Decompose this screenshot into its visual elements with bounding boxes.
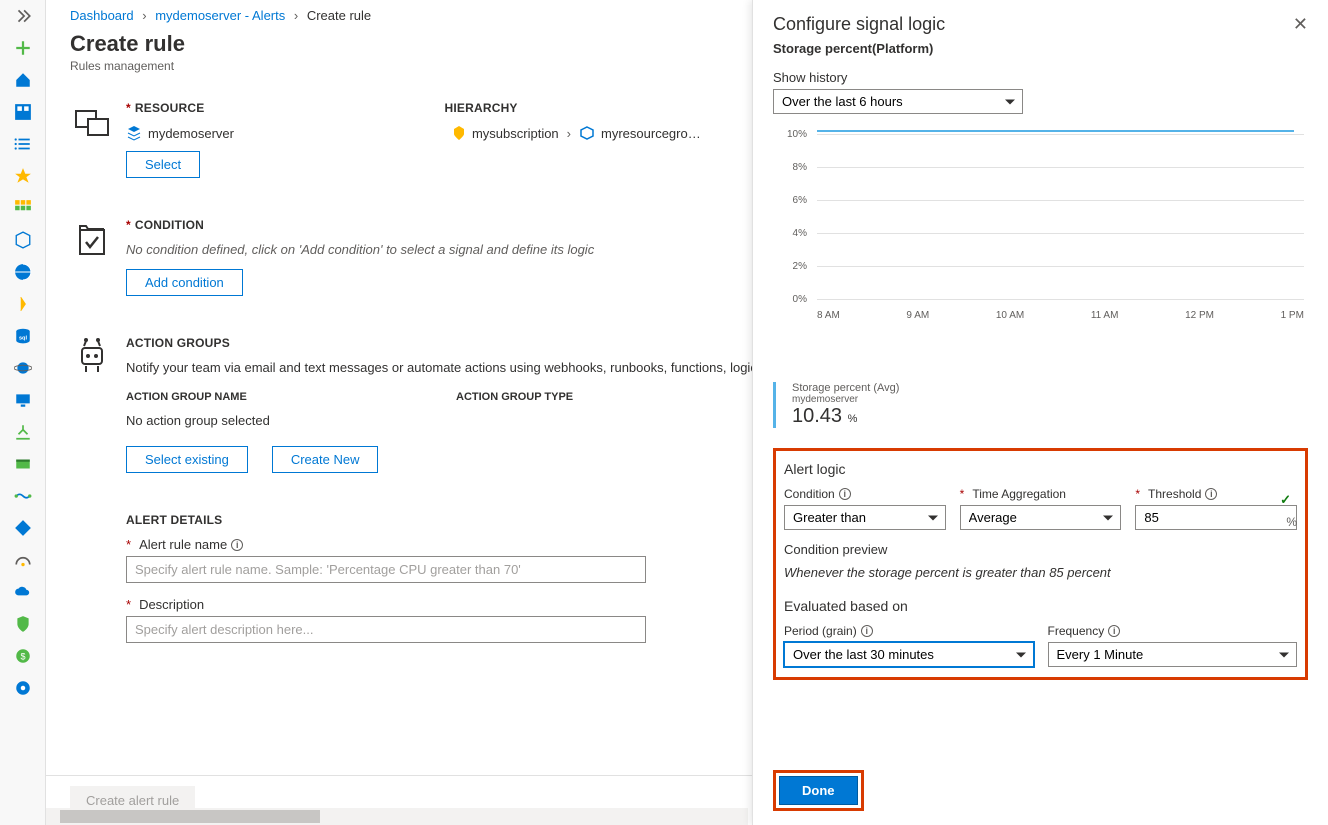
left-nav-rail: sql $: [0, 0, 46, 825]
star-icon[interactable]: [11, 164, 35, 188]
cube-icon[interactable]: [11, 228, 35, 252]
info-icon[interactable]: i: [1108, 625, 1120, 637]
create-new-button[interactable]: Create New: [272, 446, 379, 473]
breadcrumb-current: Create rule: [307, 8, 371, 23]
check-icon: ✓: [1280, 492, 1291, 508]
chart-legend: Storage percent (Avg) mydemoserver 10.43…: [773, 382, 1308, 428]
planet-icon[interactable]: [11, 356, 35, 380]
info-icon[interactable]: i: [839, 488, 851, 500]
panel-scroll[interactable]: Storage percent(Platform) Show history O…: [753, 41, 1328, 756]
expand-icon[interactable]: [11, 4, 35, 28]
dashboard-icon[interactable]: [11, 100, 35, 124]
add-icon[interactable]: [11, 36, 35, 60]
gauge-icon[interactable]: [11, 548, 35, 572]
list-icon[interactable]: [11, 132, 35, 156]
horizontal-scrollbar[interactable]: [46, 808, 748, 825]
grid-icon[interactable]: [11, 196, 35, 220]
panel-title: Configure signal logic: [773, 14, 945, 35]
select-resource-button[interactable]: Select: [126, 151, 200, 178]
add-condition-button[interactable]: Add condition: [126, 269, 243, 296]
cloud-icon[interactable]: [11, 580, 35, 604]
resource-server: mydemoserver: [126, 125, 234, 141]
history-select[interactable]: Over the last 6 hours: [773, 89, 1023, 114]
action-icon: [70, 336, 126, 473]
alert-rule-name-input[interactable]: [126, 556, 646, 583]
shield-icon[interactable]: [11, 612, 35, 636]
resource-icon: [70, 101, 126, 178]
storage-icon[interactable]: [11, 452, 35, 476]
period-select[interactable]: Over the last 30 minutes: [784, 642, 1034, 667]
network-icon[interactable]: [11, 484, 35, 508]
done-button[interactable]: Done: [779, 776, 858, 805]
info-icon[interactable]: i: [1205, 488, 1217, 500]
condition-select[interactable]: Greater than: [784, 505, 946, 530]
diamond-icon[interactable]: [11, 516, 35, 540]
info-icon[interactable]: i: [231, 539, 243, 551]
condition-icon: [70, 218, 126, 296]
history-chart: 10% 8% 6% 4% 2% 0% 8 AM 9 AM 10 AM 11: [773, 134, 1308, 334]
close-icon[interactable]: ✕: [1293, 14, 1308, 35]
function-icon[interactable]: [11, 292, 35, 316]
signal-name: Storage percent(Platform): [773, 41, 1308, 56]
load-balancer-icon[interactable]: [11, 420, 35, 444]
panel-footer: Done: [753, 756, 1328, 825]
configure-signal-panel: Configure signal logic ✕ Storage percent…: [752, 0, 1328, 825]
support-icon[interactable]: [11, 676, 35, 700]
sql-icon[interactable]: sql: [11, 324, 35, 348]
info-icon[interactable]: i: [861, 625, 873, 637]
svg-text:$: $: [20, 651, 25, 661]
globe-icon[interactable]: [11, 260, 35, 284]
hierarchy-subscription: mysubscription: [452, 125, 559, 141]
select-existing-button[interactable]: Select existing: [126, 446, 248, 473]
frequency-select[interactable]: Every 1 Minute: [1048, 642, 1298, 667]
cost-icon[interactable]: $: [11, 644, 35, 668]
svg-text:sql: sql: [18, 335, 27, 341]
condition-preview-text: Whenever the storage percent is greater …: [784, 565, 1297, 580]
threshold-input[interactable]: [1135, 505, 1297, 530]
aggregation-select[interactable]: Average: [960, 505, 1122, 530]
hierarchy-group: myresourcegro…: [579, 125, 701, 141]
home-icon[interactable]: [11, 68, 35, 92]
alert-description-input[interactable]: [126, 616, 646, 643]
breadcrumb-alerts[interactable]: mydemoserver - Alerts: [155, 8, 285, 23]
vm-icon[interactable]: [11, 388, 35, 412]
alert-logic-highlight: Alert logic Conditioni Greater than *Tim…: [773, 448, 1308, 680]
breadcrumb-dashboard[interactable]: Dashboard: [70, 8, 134, 23]
